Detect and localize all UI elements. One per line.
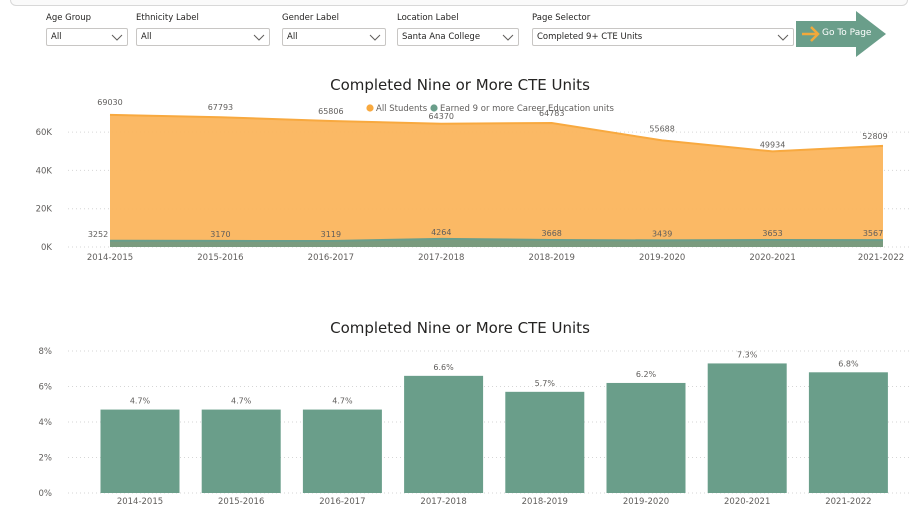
gender-slicer[interactable]: Gender Label All xyxy=(282,12,386,46)
bar xyxy=(201,409,281,493)
x-tick-label: 2021-2022 xyxy=(858,253,904,263)
y-tick-label: 4% xyxy=(39,418,53,428)
x-tick-label: 2020-2021 xyxy=(749,253,795,263)
x-tick-label: 2021-2022 xyxy=(825,497,871,507)
page-selector-value: Completed 9+ CTE Units xyxy=(537,32,643,42)
data-label-earned: 3170 xyxy=(210,230,230,239)
ethnicity-value: All xyxy=(141,32,152,42)
go-to-page-label: Go To Page xyxy=(822,28,872,38)
bar-data-label: 4.7% xyxy=(332,397,353,406)
x-tick-label: 2019-2020 xyxy=(639,253,685,263)
bar-data-label: 5.7% xyxy=(535,379,556,388)
y-tick-label: 2% xyxy=(39,454,53,464)
bar xyxy=(606,382,686,493)
area-chart: All Students Earned 9 or more Career Educ… xyxy=(36,98,910,263)
data-label-all-students: 55688 xyxy=(649,124,674,133)
data-label-earned: 3252 xyxy=(88,230,108,239)
x-tick-label: 2015-2016 xyxy=(218,497,264,507)
chevron-down-icon xyxy=(777,34,789,41)
legend-label: All Students xyxy=(376,104,428,114)
age-group-value: All xyxy=(51,32,62,42)
bar-data-label: 4.7% xyxy=(231,397,252,406)
data-label-all-students: 65806 xyxy=(318,107,343,116)
data-label-earned: 3439 xyxy=(652,229,672,238)
legend-marker xyxy=(366,104,374,112)
age-group-slicer[interactable]: Age Group All xyxy=(46,12,128,46)
ethnicity-slicer[interactable]: Ethnicity Label All xyxy=(136,12,270,46)
x-tick-label: 2017-2018 xyxy=(418,253,464,263)
gender-value: All xyxy=(287,32,298,42)
age-group-label: Age Group xyxy=(46,13,92,23)
bar-chart-title: Completed Nine or More CTE Units xyxy=(330,319,590,337)
page-selector-dropdown[interactable]: Completed 9+ CTE Units xyxy=(532,28,794,46)
x-tick-label: 2016-2017 xyxy=(308,253,354,263)
bar-data-label: 7.3% xyxy=(737,350,758,359)
x-tick-label: 2017-2018 xyxy=(420,497,466,507)
bar-data-label: 4.7% xyxy=(130,397,151,406)
x-tick-label: 2020-2021 xyxy=(724,497,770,507)
series-area-all-students xyxy=(110,114,883,247)
bar-data-label: 6.6% xyxy=(433,363,454,372)
y-tick-label: 40K xyxy=(36,166,53,176)
bar xyxy=(707,363,787,493)
data-label-earned: 3653 xyxy=(762,229,782,238)
page-selector-label: Page Selector xyxy=(532,13,591,23)
y-tick-label: 8% xyxy=(39,347,53,357)
page-selector-slicer[interactable]: Page Selector Completed 9+ CTE Units xyxy=(532,12,794,46)
chevron-down-icon xyxy=(111,34,123,41)
data-label-all-students: 67793 xyxy=(208,103,233,112)
x-tick-label: 2018-2019 xyxy=(522,497,568,507)
y-tick-label: 0K xyxy=(41,243,52,253)
data-label-all-students: 64783 xyxy=(539,109,564,118)
x-tick-label: 2019-2020 xyxy=(623,497,669,507)
bar-data-label: 6.8% xyxy=(838,359,859,368)
bar xyxy=(404,375,484,493)
x-tick-label: 2018-2019 xyxy=(529,253,575,263)
chart-legend: All Students Earned 9 or more Career Educ… xyxy=(366,104,614,114)
data-label-all-students: 69030 xyxy=(97,98,122,107)
chevron-down-icon xyxy=(369,34,381,41)
bar xyxy=(505,391,585,493)
y-tick-label: 60K xyxy=(36,128,53,138)
data-label-all-students: 49934 xyxy=(760,140,785,149)
y-tick-label: 0% xyxy=(39,489,53,499)
legend-marker xyxy=(430,104,438,112)
age-group-dropdown[interactable]: All xyxy=(46,28,128,46)
bar xyxy=(808,372,888,493)
data-label-earned: 3567 xyxy=(863,229,883,238)
location-label: Location Label xyxy=(397,13,459,23)
data-label-all-students: 64370 xyxy=(429,112,454,121)
data-label-earned: 3119 xyxy=(321,230,341,239)
gender-label: Gender Label xyxy=(282,13,339,23)
bar-data-label: 6.2% xyxy=(636,370,657,379)
data-label-all-students: 52809 xyxy=(862,132,887,141)
y-tick-label: 6% xyxy=(39,383,53,393)
data-label-earned: 4264 xyxy=(431,228,451,237)
top-frame xyxy=(0,0,920,8)
legend-label: Earned 9 or more Career Education units xyxy=(440,104,614,114)
data-label-earned: 3668 xyxy=(542,229,562,238)
x-tick-label: 2015-2016 xyxy=(197,253,243,263)
ethnicity-label: Ethnicity Label xyxy=(136,13,199,23)
ethnicity-dropdown[interactable]: All xyxy=(136,28,270,46)
gender-dropdown[interactable]: All xyxy=(282,28,386,46)
location-dropdown[interactable]: Santa Ana College xyxy=(397,28,519,46)
x-tick-label: 2014-2015 xyxy=(117,497,163,507)
x-tick-label: 2014-2015 xyxy=(87,253,133,263)
x-tick-label: 2016-2017 xyxy=(319,497,365,507)
location-slicer[interactable]: Location Label Santa Ana College xyxy=(397,12,519,46)
bar xyxy=(302,409,382,493)
area-chart-title: Completed Nine or More CTE Units xyxy=(330,76,590,94)
chevron-down-icon xyxy=(502,34,514,41)
location-value: Santa Ana College xyxy=(402,32,481,42)
bar-chart: 0% 2% 4% 6% 8% 4.7% 2014-2015 4.7% 2015-2016 4.7%… xyxy=(39,347,910,507)
chevron-down-icon xyxy=(253,34,265,41)
bar xyxy=(100,409,180,493)
y-tick-label: 20K xyxy=(36,205,53,215)
